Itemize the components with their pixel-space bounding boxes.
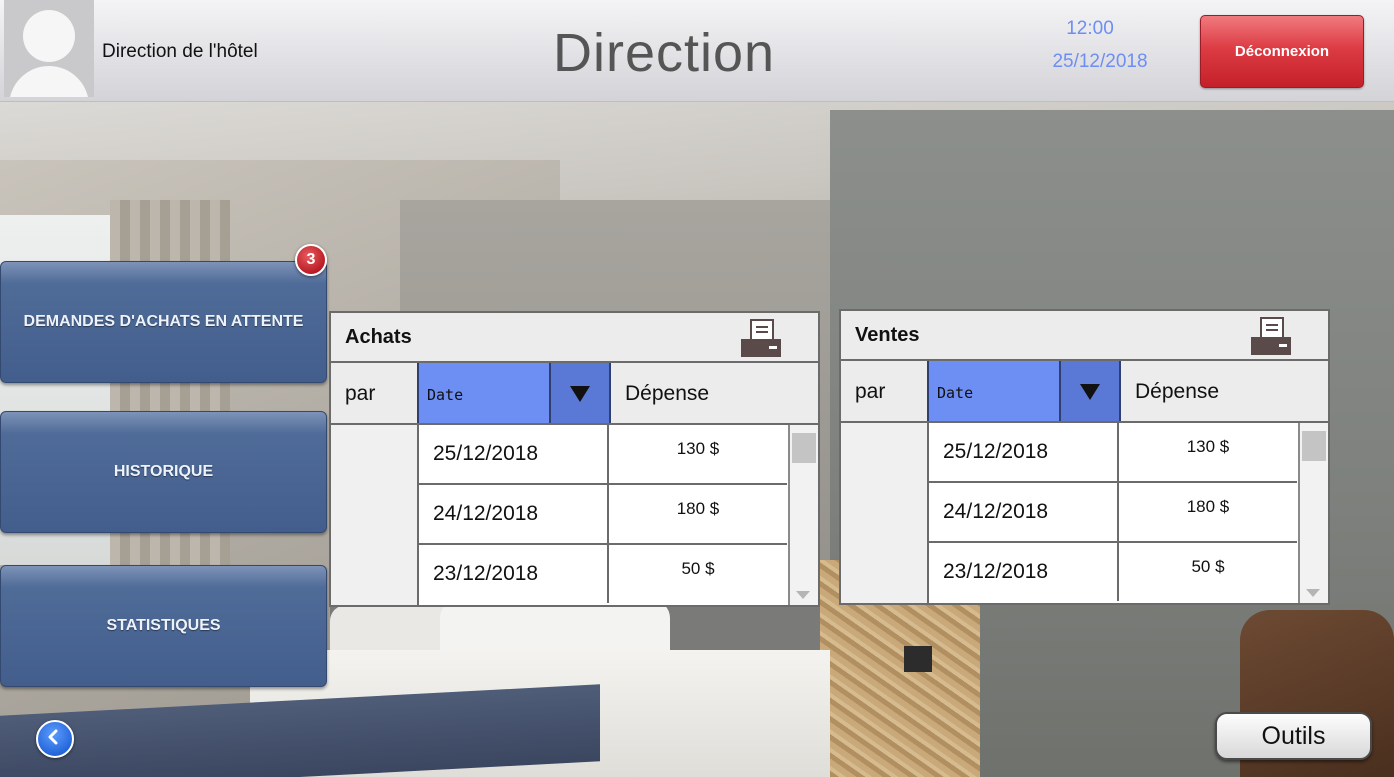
scroll-down-icon[interactable]	[796, 591, 810, 599]
panel-header: Ventes	[841, 311, 1328, 361]
scrollbar-thumb[interactable]	[1302, 431, 1326, 461]
date-cell: 23/12/2018	[929, 543, 1119, 601]
statistics-button[interactable]: STATISTIQUES	[0, 565, 327, 687]
amount-cell: 180 $	[1186, 497, 1230, 516]
panel-title: Ventes	[855, 324, 920, 346]
sort-by-label: par	[855, 380, 886, 403]
date-cell: 25/12/2018	[929, 423, 1119, 481]
clock-time: 12:00	[1066, 18, 1114, 39]
pending-purchase-requests-button[interactable]: DEMANDES D'ACHATS EN ATTENTE	[0, 261, 327, 383]
amount-cell: 50 $	[1191, 557, 1225, 576]
scroll-down-icon[interactable]	[1306, 589, 1320, 597]
row-gutter	[331, 425, 419, 605]
clock-date: 25/12/2018	[1052, 51, 1148, 72]
row-gutter	[841, 423, 929, 603]
user-avatar-icon	[4, 0, 94, 97]
tools-button[interactable]: Outils	[1215, 712, 1372, 760]
scrollbar[interactable]	[788, 425, 818, 605]
statistics-label: STATISTIQUES	[106, 617, 221, 634]
table-row[interactable]: 24/12/2018 180 $	[929, 483, 1297, 543]
scrollbar[interactable]	[1298, 423, 1328, 603]
panel-title: Achats	[345, 326, 412, 348]
pending-requests-label: DEMANDES D'ACHATS EN ATTENTE	[23, 313, 304, 330]
top-bar: Direction de l'hôtel Direction 12:00 25/…	[0, 0, 1394, 102]
back-arrow-icon	[48, 729, 58, 745]
sort-select[interactable]: Date	[927, 361, 1121, 421]
back-button[interactable]	[36, 720, 74, 758]
dropdown-arrow[interactable]	[1059, 361, 1119, 421]
logout-button[interactable]: Déconnexion	[1200, 15, 1364, 88]
date-cell: 24/12/2018	[419, 485, 609, 543]
sort-select-value: Date	[427, 386, 464, 404]
amount-cell: 130 $	[1186, 437, 1230, 456]
sort-select[interactable]: Date	[417, 363, 611, 423]
date-cell: 23/12/2018	[419, 545, 609, 603]
date-cell: 24/12/2018	[929, 483, 1119, 541]
user-name: Direction de l'hôtel	[102, 41, 258, 62]
purchases-panel: Achats par Date Dépense 25/12/2018 130 $	[329, 311, 820, 607]
sort-select-value: Date	[937, 384, 974, 402]
table-row[interactable]: 23/12/2018 50 $	[929, 543, 1297, 601]
sort-by-label: par	[345, 382, 376, 405]
table-row[interactable]: 24/12/2018 180 $	[419, 485, 787, 545]
expense-column-header: Dépense	[625, 382, 710, 405]
sales-panel: Ventes par Date Dépense 25/12/2018 130 $	[839, 309, 1330, 605]
table-row[interactable]: 25/12/2018 130 $	[929, 423, 1297, 483]
sort-bar: par Date Dépense	[841, 361, 1328, 423]
amount-cell: 50 $	[681, 559, 715, 578]
page-title: Direction	[553, 23, 776, 83]
history-button[interactable]: HISTORIQUE	[0, 411, 327, 533]
chevron-down-icon	[1080, 384, 1100, 400]
sales-table: 25/12/2018 130 $ 24/12/2018 180 $ 23/12/…	[929, 423, 1297, 601]
purchases-table: 25/12/2018 130 $ 24/12/2018 180 $ 23/12/…	[419, 425, 787, 603]
notification-badge: 3	[295, 244, 327, 276]
dropdown-arrow[interactable]	[549, 363, 609, 423]
history-label: HISTORIQUE	[113, 463, 214, 480]
table-row[interactable]: 23/12/2018 50 $	[419, 545, 787, 603]
sort-bar: par Date Dépense	[331, 363, 818, 425]
panel-header: Achats	[331, 313, 818, 363]
printer-icon[interactable]	[739, 319, 783, 359]
amount-cell: 130 $	[676, 439, 720, 458]
chevron-down-icon	[570, 386, 590, 402]
expense-column-header: Dépense	[1135, 380, 1220, 403]
table-row[interactable]: 25/12/2018 130 $	[419, 425, 787, 485]
amount-cell: 180 $	[676, 499, 720, 518]
printer-icon[interactable]	[1249, 317, 1293, 357]
date-cell: 25/12/2018	[419, 425, 609, 483]
scrollbar-thumb[interactable]	[792, 433, 816, 463]
